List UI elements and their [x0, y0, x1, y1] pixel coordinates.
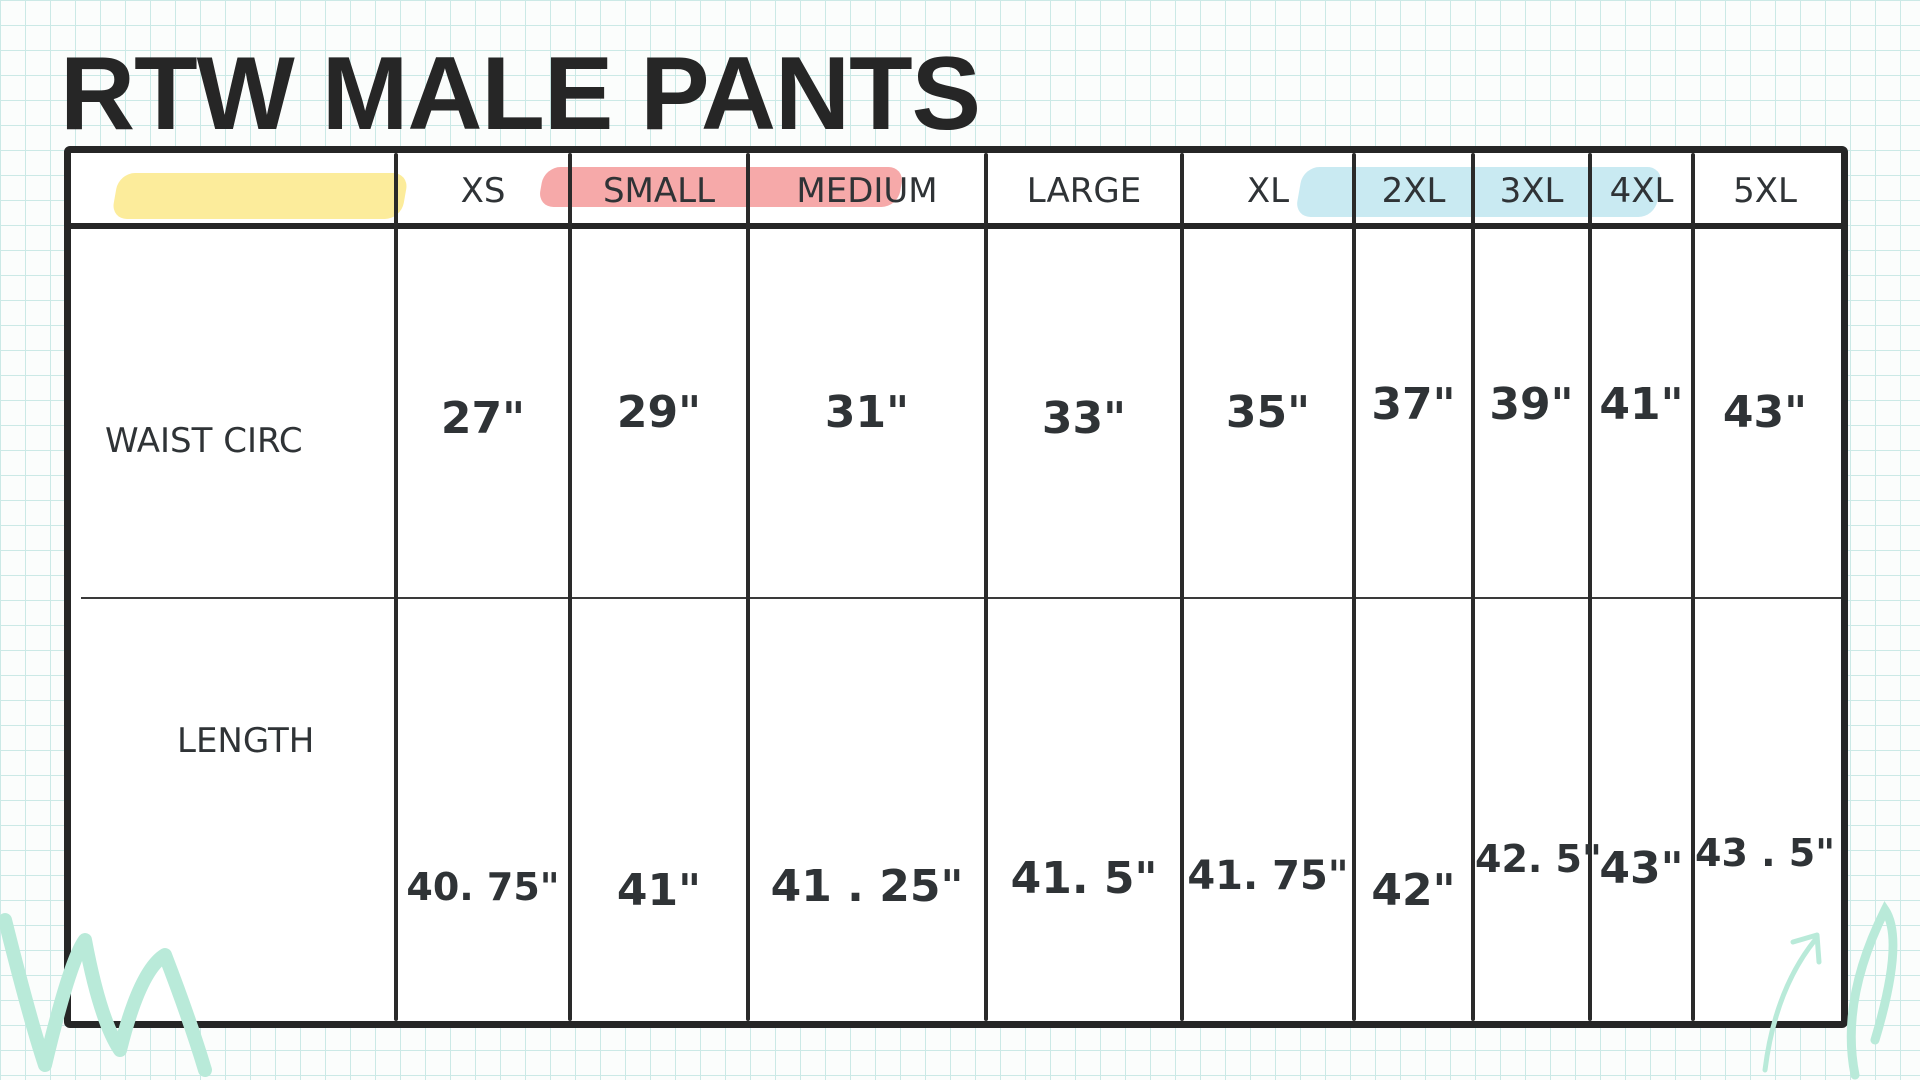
waist-value-2xl: 37" — [1371, 379, 1456, 430]
arrow-doodle — [1762, 901, 1898, 1080]
yellow-highlight — [110, 173, 410, 219]
size-header-large: LARGE — [1026, 171, 1142, 211]
row-divider — [81, 597, 1841, 599]
header-divider — [71, 223, 1841, 229]
size-header-4xl: 4XL — [1609, 171, 1674, 211]
length-value-4xl: 43" — [1599, 843, 1684, 894]
length-value-xl: 41. 75" — [1187, 853, 1349, 899]
size-header-5xl: 5XL — [1733, 171, 1797, 211]
waist-value-xs: 27" — [440, 393, 526, 444]
waist-value-4xl: 41" — [1599, 379, 1684, 430]
page-title: RTW MALE PANTS — [60, 36, 981, 152]
size-chart-table: XS SMALL MEDIUM LARGE XL 2XL 3XL 4XL 5XL… — [64, 146, 1848, 1028]
row-label-waist-circ: WAIST CIRC — [105, 421, 303, 461]
length-value-medium: 41 . 25" — [770, 861, 964, 912]
waist-value-5xl: 43" — [1722, 387, 1808, 438]
column-divider — [1471, 153, 1475, 1021]
column-divider — [1691, 153, 1695, 1021]
row-label-length: LENGTH — [177, 721, 315, 761]
length-value-small: 41" — [616, 865, 702, 916]
length-value-xs: 40. 75" — [406, 865, 560, 909]
waist-value-3xl: 39" — [1489, 379, 1574, 430]
length-value-large: 41. 5" — [1010, 853, 1158, 904]
squiggle-doodle — [0, 913, 212, 1077]
length-value-2xl: 42" — [1371, 865, 1456, 916]
size-header-small: SMALL — [602, 171, 716, 211]
waist-value-small: 29" — [616, 387, 702, 438]
size-header-2xl: 2XL — [1381, 171, 1446, 211]
waist-value-large: 33" — [1041, 393, 1127, 444]
size-header-xl: XL — [1246, 171, 1290, 211]
length-value-5xl: 43 . 5" — [1695, 831, 1836, 875]
length-value-3xl: 42. 5" — [1475, 837, 1602, 881]
size-header-xs: XS — [460, 171, 506, 211]
waist-value-medium: 31" — [824, 387, 910, 438]
size-header-medium: MEDIUM — [796, 171, 938, 211]
waist-value-xl: 35" — [1225, 387, 1311, 438]
size-header-3xl: 3XL — [1499, 171, 1564, 211]
